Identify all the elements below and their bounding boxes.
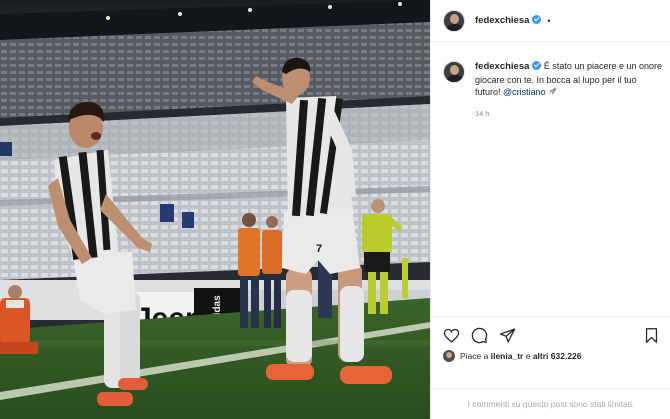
bookmark-icon [645, 327, 657, 343]
likes-conjunction: e [525, 351, 531, 361]
share-button[interactable] [497, 325, 517, 345]
comments-limited-notice: I commenti su questo post sono stati lim… [431, 388, 670, 419]
rocket-icon [549, 87, 557, 95]
comment-icon [471, 327, 487, 343]
caption-username[interactable]: fedexchiesa [475, 61, 542, 72]
instagram-post: Jeep adidas [0, 0, 670, 419]
likes-prefix: Piace a [460, 351, 489, 361]
verified-badge-icon [532, 15, 542, 24]
likes-summary: Piace a ilenia_tr e altri 632.226 [443, 350, 582, 362]
liker-avatar[interactable] [443, 350, 455, 362]
author-username[interactable]: fedexchiesa [475, 15, 542, 26]
caption-mention-link[interactable]: @cristiano [503, 87, 546, 97]
heart-icon [443, 328, 459, 343]
liker-username[interactable]: ilenia_tr [491, 351, 524, 361]
caption-body: fedexchiesa È stato un piacere e un onor… [475, 60, 663, 120]
verified-badge-icon [532, 61, 542, 70]
post-photo[interactable]: Jeep adidas [0, 0, 430, 419]
post-timestamp[interactable]: 14 h [475, 108, 663, 121]
comment-button[interactable] [469, 325, 489, 345]
post-caption: fedexchiesa È stato un piacere e un onor… [443, 60, 663, 120]
paper-plane-icon [499, 327, 515, 343]
football-celebration-photo: Jeep adidas [0, 0, 430, 419]
header-separator: • [547, 15, 551, 26]
author-avatar[interactable] [443, 9, 465, 32]
post-sidebar: fedexchiesa • fedexchiesa È stato un pia… [430, 0, 670, 419]
caption-avatar[interactable] [443, 61, 465, 83]
save-button[interactable] [641, 325, 661, 345]
action-bar [441, 325, 661, 345]
post-header: fedexchiesa • [431, 0, 670, 42]
likes-others-link[interactable]: altri 632.226 [533, 351, 582, 361]
like-button[interactable] [441, 325, 461, 345]
post-actions-section: Piace a ilenia_tr e altri 632.226 [431, 316, 670, 388]
